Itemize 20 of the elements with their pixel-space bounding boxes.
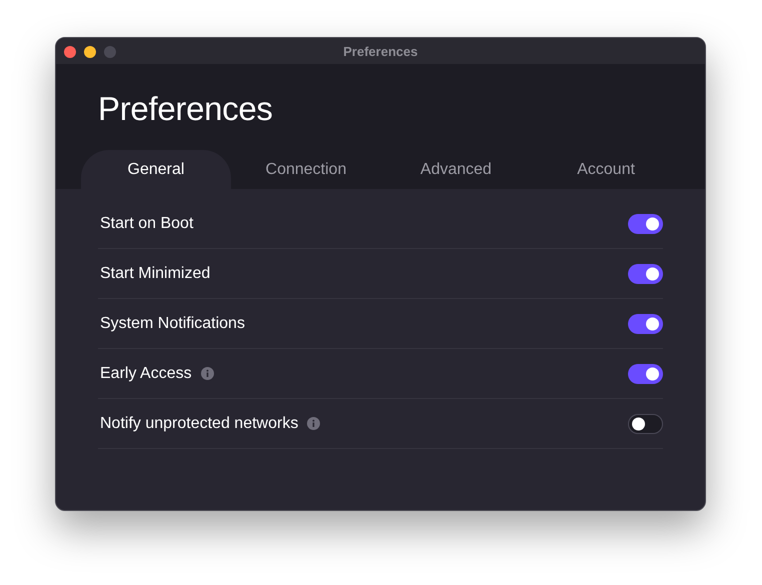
toggle-switch[interactable] <box>628 264 663 284</box>
page-heading: Preferences <box>98 90 274 128</box>
toggle-switch[interactable] <box>628 214 663 234</box>
setting-label: Start on Boot <box>100 214 194 232</box>
info-icon[interactable] <box>307 417 320 430</box>
toggle-switch[interactable] <box>628 414 663 434</box>
close-button[interactable] <box>64 46 76 58</box>
setting-label: Early Access <box>100 364 192 382</box>
info-icon[interactable] <box>200 367 214 380</box>
toggle-switch[interactable] <box>628 364 663 384</box>
setting-label: System Notifications <box>100 314 245 332</box>
tab[interactable]: General <box>81 150 231 189</box>
window-title: Preferences <box>343 44 418 58</box>
tab[interactable]: Account <box>531 150 681 189</box>
setting-label: Start Minimized <box>100 264 210 282</box>
toggle-switch[interactable] <box>628 314 663 334</box>
setting-label: Notify unprotected networks <box>100 414 298 432</box>
tab[interactable]: Advanced <box>381 150 531 189</box>
tab[interactable]: Connection <box>231 150 381 189</box>
minimize-button[interactable] <box>84 46 96 58</box>
